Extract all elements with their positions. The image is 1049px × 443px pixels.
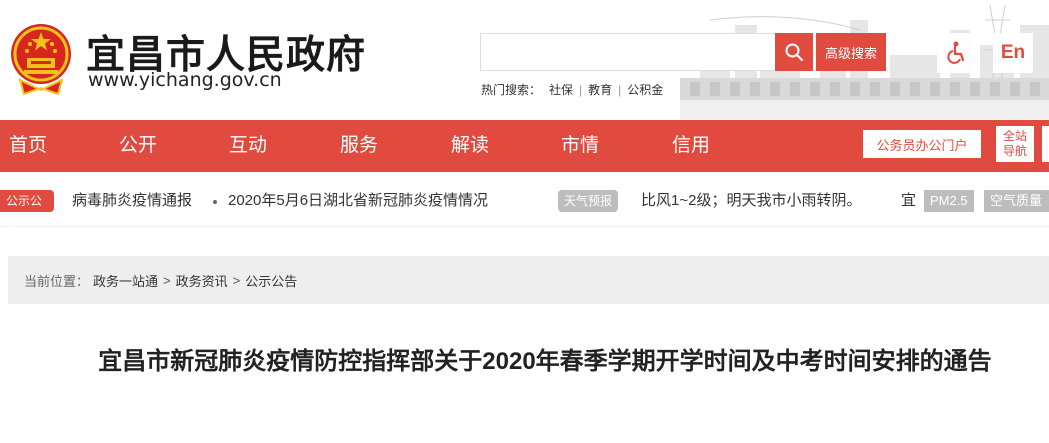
nav-item-credit[interactable]: 信用	[672, 120, 710, 172]
search-button[interactable]	[775, 33, 813, 71]
site-navigation-label-line2: 导航	[1002, 144, 1027, 158]
english-version-button[interactable]: En	[993, 33, 1033, 73]
notice-item[interactable]: 2020年5月6日湖北省新冠肺炎疫情情况	[228, 190, 488, 212]
bullet-dot	[213, 200, 217, 204]
hot-search-link[interactable]: 社保	[549, 81, 573, 98]
notice-bar: 公示公告 病毒肺炎疫情通报 2020年5月6日湖北省新冠肺炎疫情情况 天气预报 …	[0, 172, 1049, 230]
breadcrumb-label: 当前位置：	[24, 273, 90, 289]
breadcrumb-separator: >	[163, 272, 171, 288]
notice-tag[interactable]: 公示公告	[0, 190, 54, 230]
accessibility-button[interactable]	[937, 33, 977, 73]
nav-item-open[interactable]: 公开	[119, 120, 157, 172]
hot-search: 热门搜索： 社保 | 教育 | 公积金	[481, 81, 663, 98]
hot-search-link[interactable]: 公积金	[627, 81, 663, 98]
wheelchair-icon	[947, 41, 965, 64]
breadcrumb-item[interactable]: 政务资讯	[176, 271, 228, 290]
air-quality-tag[interactable]: 空气质量	[984, 190, 1049, 212]
divider: |	[618, 82, 622, 97]
hot-search-label: 热门搜索：	[481, 83, 542, 97]
breadcrumb-item[interactable]: 公示公告	[245, 271, 297, 290]
nav-item-city[interactable]: 市情	[561, 120, 599, 172]
nav-item-interpret[interactable]: 解读	[451, 120, 489, 172]
advanced-search-button[interactable]: 高级搜索	[816, 33, 886, 71]
site-url: www.yichang.gov.cn	[88, 69, 282, 91]
magnifier-icon	[785, 43, 804, 62]
civil-servant-portal-button[interactable]: 公务员办公门户	[863, 130, 981, 158]
search-input[interactable]	[480, 33, 776, 71]
breadcrumb-separator: >	[232, 272, 241, 288]
breadcrumb: 当前位置： 政务一站通 > 政务资讯 > 公示公告	[8, 256, 1049, 304]
nav-item-service[interactable]: 服务	[340, 120, 378, 172]
weather-city: 宜	[901, 192, 917, 209]
more-button[interactable]	[1040, 126, 1049, 162]
article-title: 宜昌市新冠肺炎疫情防控指挥部关于2020年春季学期开学时间及中考时间安排的通告	[98, 348, 992, 375]
weather-text: 比风1~2级；明天我市小雨转阴。	[641, 192, 862, 209]
weather-tag[interactable]: 天气预报	[558, 190, 619, 212]
nav-item-interact[interactable]: 互动	[229, 120, 267, 172]
site-navigation-label-line1: 全站	[1002, 129, 1027, 143]
site-navigation-button[interactable]: 全站 导航	[996, 126, 1034, 162]
notice-item[interactable]: 病毒肺炎疫情通报	[72, 190, 192, 212]
nav-item-home[interactable]: 首页	[9, 120, 47, 172]
site-header: 宜昌市人民政府 www.yichang.gov.cn 高级搜索 热门搜索： 社保…	[0, 0, 1049, 120]
divider: |	[579, 82, 583, 97]
breadcrumb-item[interactable]: 政务一站通	[93, 271, 158, 290]
pm25-tag[interactable]: PM2.5	[924, 190, 974, 212]
national-emblem-icon	[11, 24, 71, 96]
hot-search-link[interactable]: 教育	[588, 81, 612, 98]
